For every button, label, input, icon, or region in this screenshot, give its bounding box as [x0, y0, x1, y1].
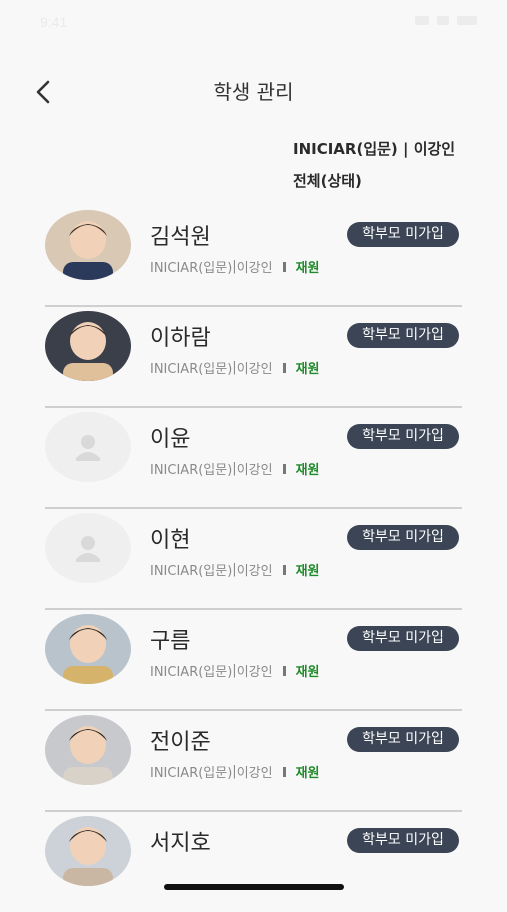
- enrollment-status: 재원: [295, 766, 320, 781]
- signal-icon: [415, 16, 429, 25]
- student-meta: INICIAR(입문) | 이강인 재원: [150, 762, 320, 781]
- enrollment-status: 재원: [295, 463, 320, 478]
- person-icon: [76, 536, 100, 562]
- student-row[interactable]: 서지호 학부모 미가입: [0, 810, 507, 912]
- enrollment-status: 재원: [295, 362, 320, 377]
- student-name: 이윤: [150, 427, 191, 452]
- avatar-placeholder: [45, 513, 131, 583]
- student-name: 이하람: [150, 326, 211, 351]
- student-row[interactable]: 이현 INICIAR(입문) | 이강인 재원 학부모 미가입: [0, 507, 507, 609]
- separator-bar: [282, 463, 286, 474]
- teacher-label: 이강인: [236, 261, 273, 276]
- student-photo: [45, 614, 131, 684]
- course-label: INICIAR(입문): [150, 463, 233, 478]
- battery-icon: [457, 16, 477, 25]
- filters: INICIAR(입문) | 이강인 전체(상태): [293, 138, 455, 202]
- header: 학생 관리: [0, 60, 507, 120]
- student-name: 전이준: [150, 730, 211, 755]
- student-meta: INICIAR(입문) | 이강인 재원: [150, 358, 320, 377]
- course-label: INICIAR(입문): [150, 362, 233, 377]
- student-meta: INICIAR(입문) | 이강인 재원: [150, 459, 320, 478]
- teacher-label: 이강인: [236, 564, 273, 579]
- student-row[interactable]: 전이준 INICIAR(입문) | 이강인 재원 학부모 미가입: [0, 709, 507, 811]
- avatar: [45, 311, 131, 381]
- parent-unregistered-badge[interactable]: 학부모 미가입: [347, 222, 459, 247]
- status-bar: 9:41: [0, 0, 507, 44]
- student-name: 김석원: [150, 225, 211, 250]
- teacher-label: 이강인: [236, 665, 273, 680]
- status-time: 9:41: [40, 14, 68, 30]
- teacher-label: 이강인: [236, 362, 273, 377]
- student-row[interactable]: 이윤 INICIAR(입문) | 이강인 재원 학부모 미가입: [0, 406, 507, 508]
- separator-bar: [282, 665, 286, 676]
- student-photo: [45, 816, 131, 886]
- parent-unregistered-badge[interactable]: 학부모 미가입: [347, 727, 459, 752]
- teacher-label: 이강인: [236, 766, 273, 781]
- person-icon: [76, 435, 100, 461]
- student-name: 이현: [150, 528, 191, 553]
- avatar: [45, 715, 131, 785]
- student-row[interactable]: 구름 INICIAR(입문) | 이강인 재원 학부모 미가입: [0, 608, 507, 710]
- student-name: 구름: [150, 629, 191, 654]
- parent-unregistered-badge[interactable]: 학부모 미가입: [347, 424, 459, 449]
- student-meta: INICIAR(입문) | 이강인 재원: [150, 661, 320, 680]
- parent-unregistered-badge[interactable]: 학부모 미가입: [347, 828, 459, 853]
- student-photo: [45, 311, 131, 381]
- student-photo: [45, 210, 131, 280]
- avatar: [45, 614, 131, 684]
- separator-bar: [282, 564, 286, 575]
- teacher-label: 이강인: [236, 463, 273, 478]
- class-teacher-filter[interactable]: INICIAR(입문) | 이강인: [293, 138, 455, 170]
- separator-bar: [282, 362, 286, 373]
- wifi-icon: [437, 16, 449, 25]
- parent-unregistered-badge[interactable]: 학부모 미가입: [347, 525, 459, 550]
- course-label: INICIAR(입문): [150, 766, 233, 781]
- student-row[interactable]: 이하람 INICIAR(입문) | 이강인 재원 학부모 미가입: [0, 305, 507, 407]
- separator-bar: [282, 766, 286, 777]
- course-label: INICIAR(입문): [150, 665, 233, 680]
- avatar-placeholder: [45, 412, 131, 482]
- home-indicator: [164, 884, 344, 890]
- avatar: [45, 816, 131, 886]
- status-filter[interactable]: 전체(상태): [293, 170, 455, 202]
- course-label: INICIAR(입문): [150, 261, 233, 276]
- avatar: [45, 210, 131, 280]
- student-meta: INICIAR(입문) | 이강인 재원: [150, 560, 320, 579]
- enrollment-status: 재원: [295, 564, 320, 579]
- enrollment-status: 재원: [295, 665, 320, 680]
- student-name: 서지호: [150, 831, 211, 856]
- page-title: 학생 관리: [213, 80, 294, 104]
- student-row[interactable]: 김석원 INICIAR(입문) | 이강인 재원 학부모 미가입: [0, 205, 507, 306]
- separator-bar: [282, 261, 286, 272]
- student-meta: INICIAR(입문) | 이강인 재원: [150, 257, 320, 276]
- student-photo: [45, 715, 131, 785]
- enrollment-status: 재원: [295, 261, 320, 276]
- course-label: INICIAR(입문): [150, 564, 233, 579]
- student-list: 김석원 INICIAR(입문) | 이강인 재원 학부모 미가입 이하람 INICIAR(입문…: [0, 205, 507, 912]
- parent-unregistered-badge[interactable]: 학부모 미가입: [347, 626, 459, 651]
- status-icons: [415, 16, 477, 25]
- parent-unregistered-badge[interactable]: 학부모 미가입: [347, 323, 459, 348]
